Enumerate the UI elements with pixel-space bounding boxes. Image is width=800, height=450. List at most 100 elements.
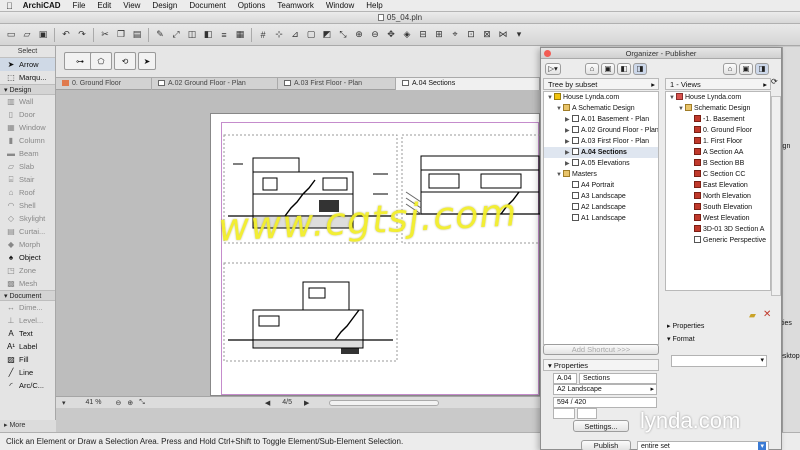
master-layout-dropdown[interactable]: A2 Landscape ▸ xyxy=(553,384,657,395)
vertical-scrollbar[interactable] xyxy=(771,96,781,296)
copy-icon[interactable]: ❐ xyxy=(114,28,128,42)
tool-column[interactable]: ▮ Column xyxy=(0,134,55,147)
menu-document[interactable]: Document xyxy=(189,1,225,10)
tree-by-subset-dropdown[interactable]: Tree by subset ▸ xyxy=(543,78,659,90)
cut-icon[interactable]: ✂ xyxy=(98,28,112,42)
tree-node[interactable]: ▶ A.03 First Floor - Plan xyxy=(544,136,658,147)
tree-node[interactable]: A Section AA xyxy=(666,147,770,158)
tool-arrow[interactable]: ➤ Arrow xyxy=(0,58,55,71)
tree-node[interactable]: West Elevation xyxy=(666,213,770,224)
views-dropdown[interactable]: 1 - Views ▸ xyxy=(665,78,771,90)
tree-node[interactable]: ▶ A.01 Basement - Plan xyxy=(544,114,658,125)
pan-icon[interactable]: ✥ xyxy=(384,28,398,42)
tool-window[interactable]: ▦ Window xyxy=(0,121,55,134)
undo-icon[interactable]: ↶ xyxy=(59,28,73,42)
refresh-icon[interactable]: ⟳ xyxy=(771,77,778,86)
menu-teamwork[interactable]: Teamwork xyxy=(277,1,313,10)
display-icon[interactable]: ▢ xyxy=(304,28,318,42)
marquee-rotate-button[interactable]: ⟲ xyxy=(114,52,136,70)
delete-icon[interactable]: ✕ xyxy=(763,309,771,320)
tool-wall[interactable]: ▥ Wall xyxy=(0,95,55,108)
tree-node[interactable]: A3 Landscape xyxy=(544,191,658,202)
tab-a04-sections[interactable]: A.04 Sections xyxy=(396,78,540,90)
horizontal-scrollbar[interactable] xyxy=(329,399,440,406)
new-file-icon[interactable]: ▭ xyxy=(4,28,18,42)
tree-node[interactable]: ▶ A.02 Ground Floor - Plan xyxy=(544,125,658,136)
item-name-field[interactable]: Sections xyxy=(579,373,657,384)
zoom-out-icon[interactable]: ⊖ xyxy=(368,28,382,42)
tool-fill[interactable]: ▨ Fill xyxy=(0,353,55,366)
redo-icon[interactable]: ↷ xyxy=(75,28,89,42)
tree-node[interactable]: South Elevation xyxy=(666,202,770,213)
tool-object[interactable]: ♠ Object xyxy=(0,251,55,264)
tree-node[interactable]: ▶ A.05 Elevations xyxy=(544,158,658,169)
tree-node[interactable]: 0. Ground Floor xyxy=(666,125,770,136)
tool-slab[interactable]: ▱ Slab xyxy=(0,160,55,173)
previous-page-icon[interactable]: ◀ xyxy=(265,399,270,407)
view-map-icon[interactable]: ▣ xyxy=(739,63,753,75)
zoom-in-icon[interactable]: ⊕ xyxy=(127,399,133,407)
menu-edit[interactable]: Edit xyxy=(97,1,111,10)
apple-icon[interactable]:  xyxy=(6,1,13,11)
zoom-level[interactable]: 41 % xyxy=(86,399,102,406)
project-map-icon[interactable]: ⌂ xyxy=(585,63,599,75)
paste-icon[interactable]: ▤ xyxy=(130,28,144,42)
menu-design[interactable]: Design xyxy=(152,1,177,10)
guide-icon[interactable]: ⊿ xyxy=(288,28,302,42)
tree-node[interactable]: ▼ A Schematic Design xyxy=(544,103,658,114)
properties-section-header[interactable]: ▾ Properties xyxy=(543,359,659,371)
tool-shell[interactable]: ◠ Shell xyxy=(0,199,55,212)
arrow-tool-button[interactable]: ➤ xyxy=(138,52,156,70)
worksheet-icon[interactable]: ⊡ xyxy=(464,28,478,42)
toolbox-design-header[interactable]: ▾ Design xyxy=(0,84,55,95)
tree-node[interactable]: A1 Landscape xyxy=(544,213,658,224)
tool-zone[interactable]: ◳ Zone xyxy=(0,264,55,277)
format-header[interactable]: ▾ Format xyxy=(667,334,771,345)
marquee-shape-button[interactable]: ⬠ xyxy=(90,52,112,70)
option-field-2[interactable] xyxy=(577,408,597,419)
tool-roof[interactable]: ⌂ Roof xyxy=(0,186,55,199)
save-icon[interactable]: ▣ xyxy=(36,28,50,42)
tool-text[interactable]: A Text xyxy=(0,327,55,340)
tool-skylight[interactable]: ◇ Skylight xyxy=(0,212,55,225)
tool-beam[interactable]: ▬ Beam xyxy=(0,147,55,160)
tool-arc[interactable]: ◜ Arc/C... xyxy=(0,379,55,392)
section-drawing-cc[interactable] xyxy=(223,262,398,362)
menu-options[interactable]: Options xyxy=(238,1,266,10)
tool-stair[interactable]: ⌸ Stair xyxy=(0,173,55,186)
layout-book-icon[interactable]: ◧ xyxy=(617,63,631,75)
tree-node[interactable]: ▶ A.04 Sections xyxy=(544,147,658,158)
fit-icon[interactable]: ⤡ xyxy=(139,399,145,407)
add-shortcut-button[interactable]: Add Shortcut >>> xyxy=(543,344,659,355)
layout-book-icon[interactable]: ◨ xyxy=(755,63,769,75)
zoom-dropdown-icon[interactable]: ▾ xyxy=(62,399,66,407)
project-map-icon[interactable]: ⌂ xyxy=(723,63,737,75)
right-properties-header[interactable]: ▸ Properties xyxy=(667,321,771,332)
publish-button[interactable]: Publish xyxy=(581,440,631,450)
close-icon[interactable] xyxy=(544,50,551,57)
tab-a02-ground-floor-plan[interactable]: A.02 Ground Floor - Plan xyxy=(152,78,278,90)
menu-app-name[interactable]: ArchiCAD xyxy=(23,1,61,10)
detail-icon[interactable]: ⌖ xyxy=(448,28,462,42)
layer-icon[interactable]: ◫ xyxy=(185,28,199,42)
tree-node[interactable]: Generic Perspective xyxy=(666,235,770,246)
snap-icon[interactable]: ⊹ xyxy=(272,28,286,42)
zoom-out-icon[interactable]: ⊖ xyxy=(115,399,121,407)
view-map-icon[interactable]: ▣ xyxy=(601,63,615,75)
toolbox-document-header[interactable]: ▾ Document xyxy=(0,290,55,301)
section-icon[interactable]: ⊟ xyxy=(416,28,430,42)
tool-level-dimension[interactable]: ⊥ Level... xyxy=(0,314,55,327)
renovation-icon[interactable]: ⋈ xyxy=(496,28,510,42)
tree-node[interactable]: ▼ Masters xyxy=(544,169,658,180)
tree-node[interactable]: C Section CC xyxy=(666,169,770,180)
tree-node[interactable]: -1. Basement xyxy=(666,114,770,125)
menu-file[interactable]: File xyxy=(73,1,86,10)
fit-window-icon[interactable]: ⤡ xyxy=(336,28,350,42)
format-dropdown[interactable]: ▾ xyxy=(671,355,767,367)
item-id-field[interactable]: A.04 xyxy=(553,373,577,384)
3d-view-icon[interactable]: ◈ xyxy=(400,28,414,42)
view-map-tree[interactable]: ▼ House Lynda.com ▼ Schematic Design -1. Bas… xyxy=(665,91,771,291)
tool-curtain-wall[interactable]: ▤ Curtai... xyxy=(0,225,55,238)
layout-sheet[interactable] xyxy=(210,113,540,396)
publisher-tree[interactable]: ▼ House Lynda.com ▼ A Schematic Design ▶ A.01… xyxy=(543,91,659,345)
